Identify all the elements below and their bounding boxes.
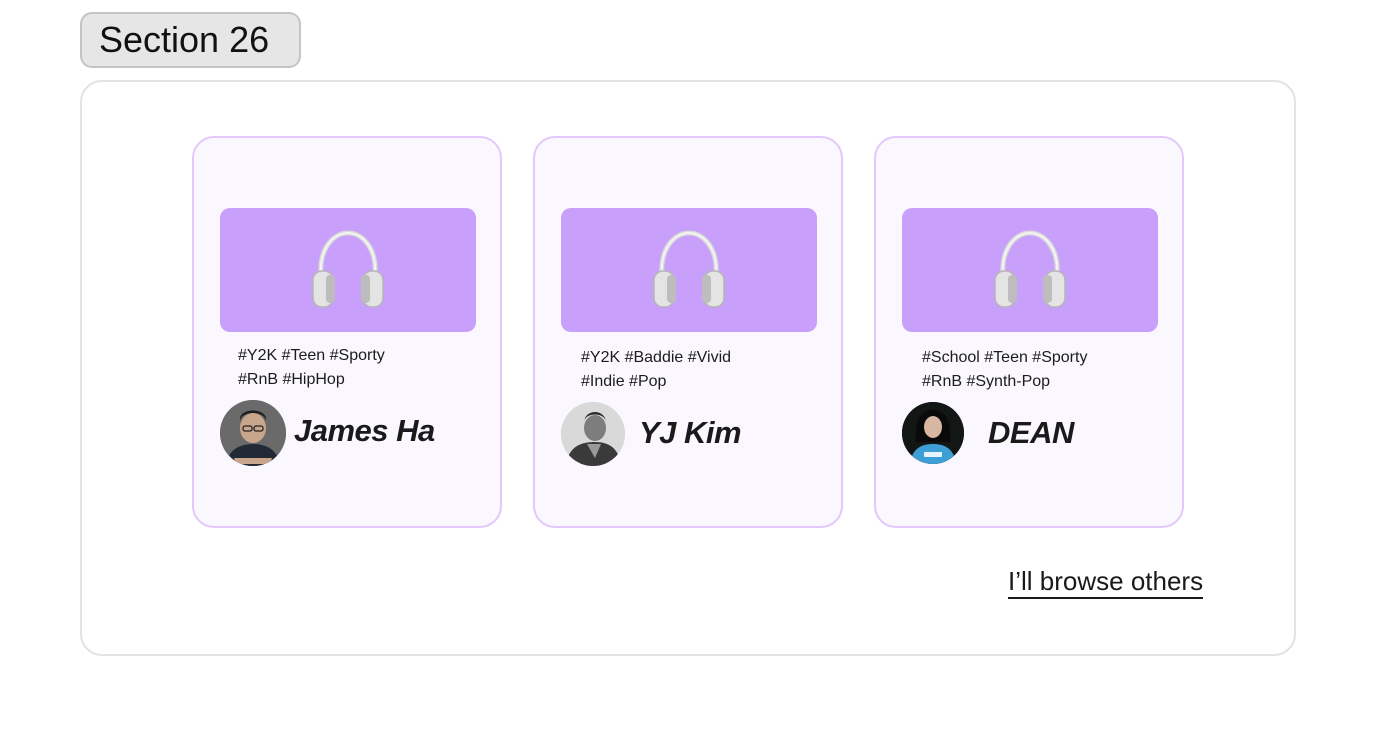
genre-tags: #Y2K #Baddie #Vivid #Indie #Pop — [581, 346, 821, 394]
headphones-icon — [653, 230, 725, 308]
browse-others-link[interactable]: I’ll browse others — [1008, 566, 1204, 599]
tags-line: #School #Teen #Sporty — [922, 349, 1088, 366]
avatar — [220, 400, 286, 466]
tags-line: #Indie #Pop — [581, 373, 667, 390]
card-banner — [561, 208, 817, 332]
headphones-icon — [312, 230, 384, 308]
headphones-icon — [994, 230, 1066, 308]
tags-line: #Y2K #Teen #Sporty — [238, 347, 385, 364]
artist-name: DEAN — [988, 415, 1074, 450]
avatar — [902, 402, 964, 464]
artist-card-dean[interactable]: #School #Teen #Sporty #RnB #Synth-Pop DE… — [874, 136, 1184, 528]
genre-tags: #School #Teen #Sporty #RnB #Synth-Pop — [922, 346, 1162, 394]
artist-name: James Ha — [294, 413, 435, 448]
tags-line: #Y2K #Baddie #Vivid — [581, 349, 732, 366]
card-banner — [902, 208, 1158, 332]
artist-card-james-ha[interactable]: #Y2K #Teen #Sporty #RnB #HipHop James Ha — [192, 136, 502, 528]
section-title: Section 26 — [80, 12, 301, 68]
avatar — [561, 402, 625, 466]
card-banner — [220, 208, 476, 332]
tags-line: #RnB #HipHop — [238, 371, 345, 388]
genre-tags: #Y2K #Teen #Sporty #RnB #HipHop — [238, 344, 478, 392]
artist-card-yj-kim[interactable]: #Y2K #Baddie #Vivid #Indie #Pop YJ Kim — [533, 136, 843, 528]
tags-line: #RnB #Synth-Pop — [922, 373, 1051, 390]
artist-name: YJ Kim — [639, 415, 742, 450]
